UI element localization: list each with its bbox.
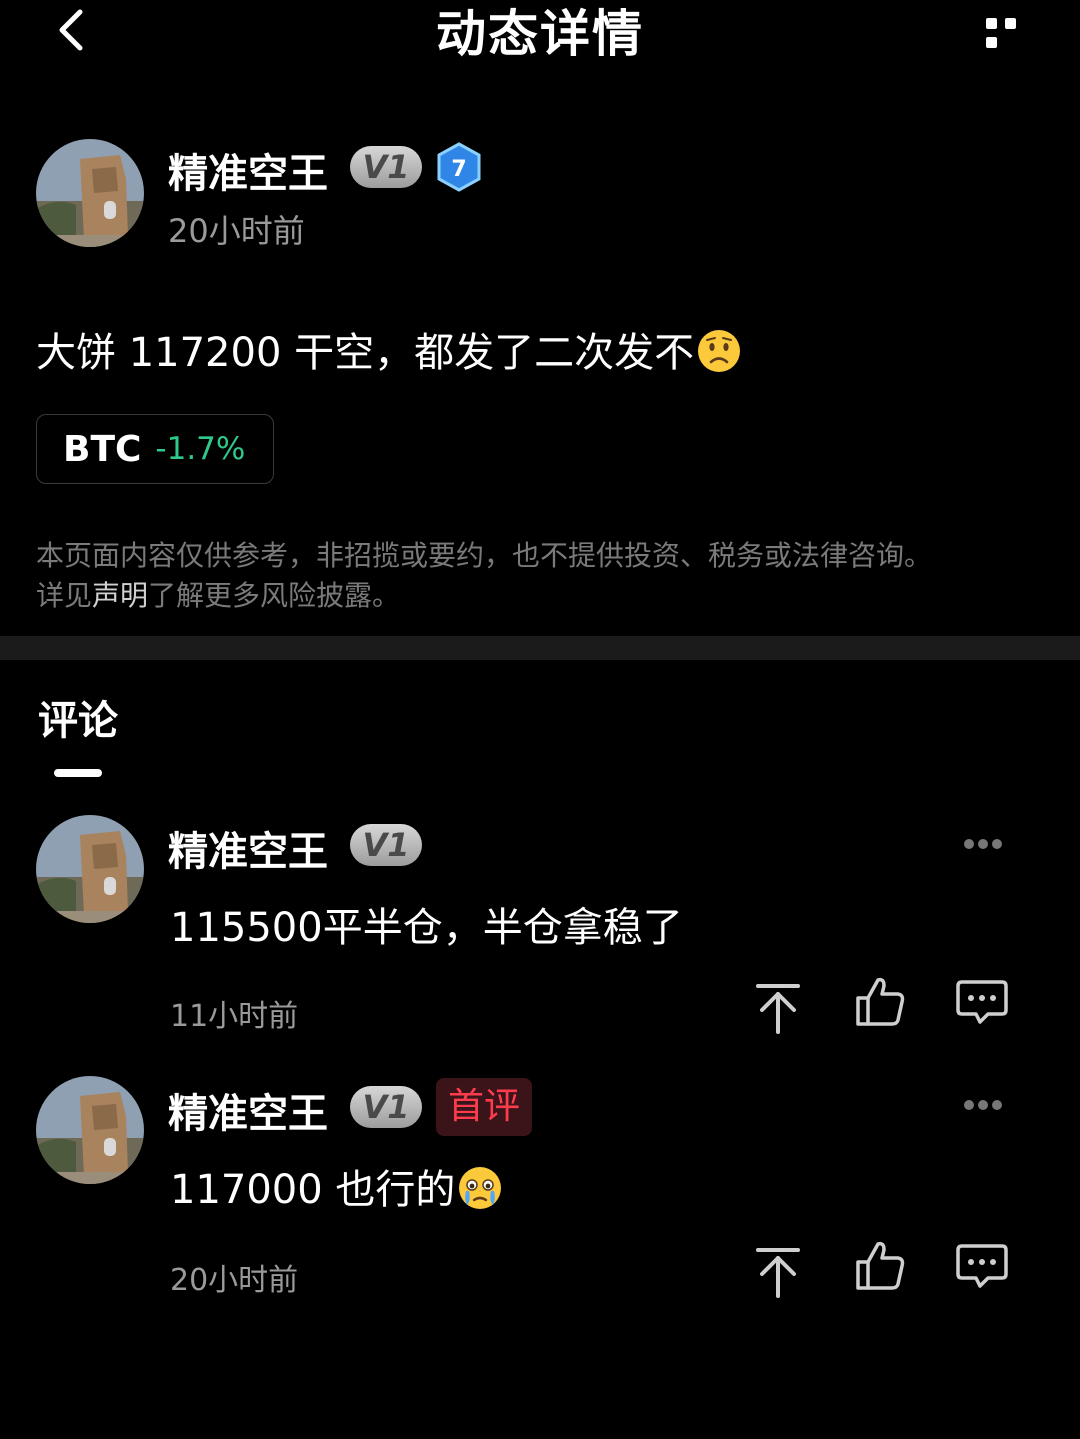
ticker-tag[interactable]: BTC -1.7% xyxy=(36,414,274,484)
comment-time: 11小时前 xyxy=(170,999,299,1034)
pin-top-icon[interactable] xyxy=(750,1244,806,1300)
comment-more-icon[interactable] xyxy=(964,834,1008,849)
like-icon[interactable] xyxy=(852,1238,908,1294)
comment-author-name[interactable]: 精准空王 xyxy=(168,819,328,877)
post-text: 大饼 117200 干空，都发了二次发不 xyxy=(36,320,742,378)
post-text-content: 大饼 117200 干空，都发了二次发不 xyxy=(36,330,695,376)
comment-more-icon[interactable] xyxy=(964,1095,1008,1110)
level-badge-icon: 7 xyxy=(436,142,482,192)
like-icon[interactable] xyxy=(852,974,908,1030)
disclaimer-line2-pre: 详见 xyxy=(36,579,93,612)
vip-badge: V1 xyxy=(350,146,422,188)
reply-icon[interactable] xyxy=(954,974,1010,1030)
avatar[interactable] xyxy=(36,139,144,247)
tab-indicator xyxy=(54,769,102,777)
comment-author-name[interactable]: 精准空王 xyxy=(168,1081,328,1139)
disclaimer: 本页面内容仅供参考，非招揽或要约，也不提供投资、税务或法律咨询。 详见声明了解更… xyxy=(36,536,1046,616)
disclaimer-line1: 本页面内容仅供参考，非招揽或要约，也不提供投资、税务或法律咨询。 xyxy=(36,539,933,572)
worried-face-emoji xyxy=(696,328,742,374)
disclaimer-link[interactable]: 声明 xyxy=(92,579,148,612)
first-comment-badge: 首评 xyxy=(436,1078,532,1136)
pin-top-icon[interactable] xyxy=(750,980,806,1036)
post-author-name[interactable]: 精准空王 xyxy=(168,141,328,199)
vip-badge: V1 xyxy=(350,1086,422,1128)
post-time: 20小时前 xyxy=(168,212,305,250)
disclaimer-line2-post: 了解更多风险披露。 xyxy=(148,579,401,612)
comment-text-content: 117000 也行的 xyxy=(170,1167,456,1213)
ticker-change: -1.7% xyxy=(155,431,246,467)
section-divider xyxy=(0,636,1080,660)
level-number: 7 xyxy=(451,157,466,182)
more-options-icon[interactable] xyxy=(986,14,1042,48)
comment-text: 115500平半仓，半仓拿稳了 xyxy=(170,905,683,951)
comment-avatar[interactable] xyxy=(36,815,144,923)
crying-face-emoji xyxy=(457,1165,503,1211)
page-title: 动态详情 xyxy=(436,5,644,63)
comment-avatar[interactable] xyxy=(36,1076,144,1184)
reply-icon[interactable] xyxy=(954,1238,1010,1294)
comment-time: 20小时前 xyxy=(170,1263,299,1298)
vip-badge: V1 xyxy=(350,824,422,866)
comment-text: 117000 也行的 xyxy=(170,1157,503,1215)
tab-comments[interactable]: 评论 xyxy=(38,688,118,746)
ticker-symbol: BTC xyxy=(63,428,142,470)
